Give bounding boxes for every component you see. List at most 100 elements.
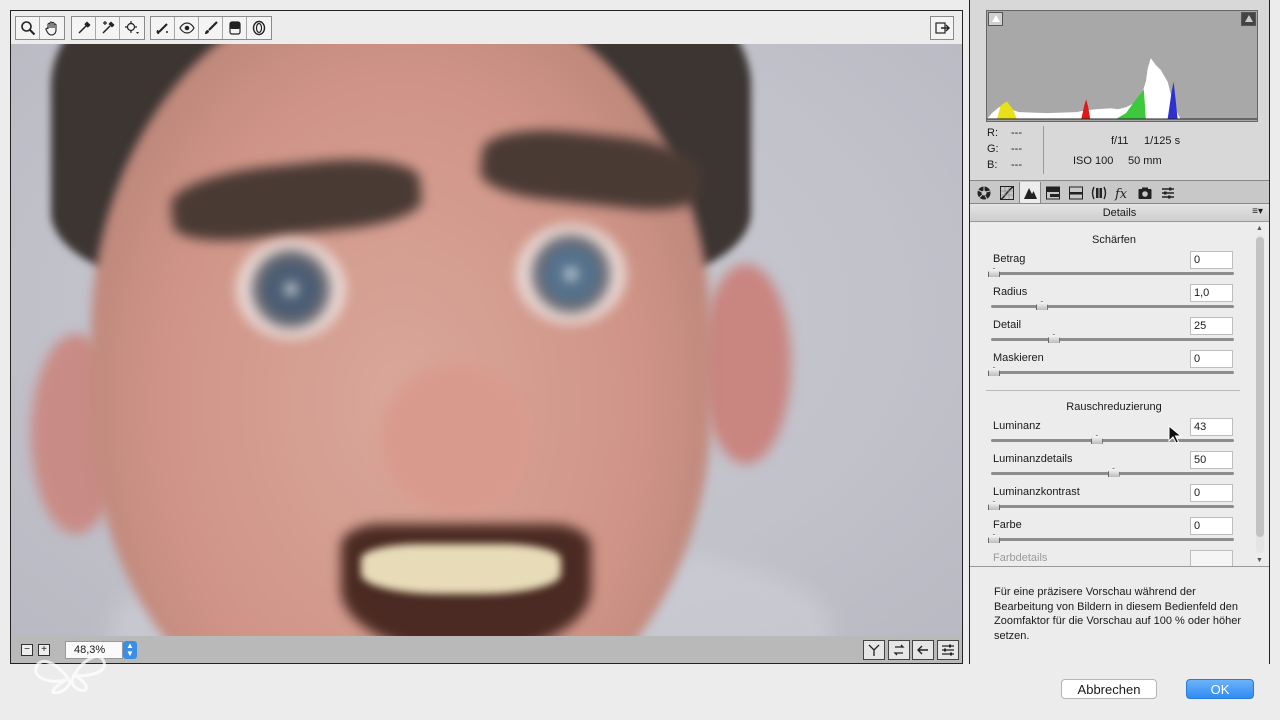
image-info: R: --- G: --- B: --- f/11 1/125 s ISO 100 5… [986, 125, 1258, 175]
spot-removal-tool[interactable] [151, 17, 175, 39]
hsl-icon [1046, 186, 1060, 199]
tab-lens-corrections[interactable] [1088, 182, 1110, 203]
scroll-up-icon[interactable]: ▲ [1256, 225, 1263, 232]
zoom-level-stepper[interactable]: ▲ ▼ [123, 641, 137, 659]
red-eye-tool[interactable] [175, 17, 199, 39]
preview-status-bar: − + 48,3% ▲ ▼ [10, 636, 963, 664]
preview-eye-left [236, 239, 346, 339]
before-after-view-button[interactable] [863, 640, 885, 660]
amount-slider[interactable] [991, 272, 1234, 275]
masking-value-field[interactable]: 0 [1190, 350, 1233, 368]
color-value-field[interactable]: 0 [1190, 517, 1233, 535]
split-toning-icon [1069, 186, 1083, 199]
open-object-button[interactable] [930, 16, 954, 40]
luminance-detail-value-field[interactable]: 50 [1190, 451, 1233, 469]
tab-hsl[interactable] [1042, 182, 1064, 203]
histogram-graph [987, 58, 1257, 120]
targeted-adjustment-tool[interactable] [120, 17, 144, 39]
tab-camera-calibration[interactable] [1134, 182, 1156, 203]
target-icon [125, 21, 139, 34]
presets-icon [1162, 187, 1174, 198]
lens-icon [1091, 186, 1107, 199]
tab-detail[interactable] [1019, 182, 1041, 203]
ok-button[interactable]: OK [1186, 679, 1254, 699]
blue-readout: B: --- [987, 159, 1022, 171]
panel-menu-icon[interactable]: ≡▾ [1252, 207, 1263, 217]
preview-eye-right [516, 224, 626, 324]
tab-basic[interactable] [973, 182, 995, 203]
hand-tool[interactable] [40, 17, 64, 39]
focal-length-value: 50 mm [1128, 155, 1162, 167]
radial-filter-icon [252, 20, 266, 36]
noise-reduction-title: Rauschreduzierung [1066, 401, 1162, 413]
camera-icon [1138, 187, 1152, 199]
detail-value-field[interactable]: 25 [1190, 317, 1233, 335]
details-panel: Schärfen Betrag 0 Radius 1,0 Detail 25 M… [970, 222, 1269, 566]
masking-slider[interactable] [991, 371, 1234, 374]
luminance-slider[interactable] [991, 439, 1234, 442]
hand-icon [45, 21, 57, 36]
slider-label: Betrag [993, 253, 1026, 265]
luminance-contrast-slider[interactable] [991, 505, 1234, 508]
info-divider [1043, 126, 1044, 174]
sampling-tools [71, 16, 145, 40]
preview-nose [381, 364, 531, 514]
tab-effects[interactable]: fx [1111, 182, 1133, 203]
sharpen-title: Schärfen [1091, 234, 1137, 246]
shadow-clipping-warning[interactable] [988, 12, 1003, 26]
scroll-down-icon[interactable]: ▼ [1256, 557, 1263, 564]
aperture-value: f/11 [1111, 135, 1129, 147]
slider-label: Luminanzdetails [993, 453, 1073, 465]
panel-scrollbar[interactable]: ▲ ▼ [1254, 225, 1266, 565]
slider-label: Maskieren [993, 352, 1044, 364]
white-balance-tool[interactable] [72, 17, 96, 39]
luminance-detail-slider[interactable] [991, 472, 1234, 475]
amount-value-field[interactable]: 0 [1190, 251, 1233, 269]
brush-icon [204, 21, 218, 34]
tab-tone-curve[interactable] [996, 182, 1018, 203]
magnifier-icon [20, 21, 35, 36]
highlight-clipping-warning[interactable] [1241, 12, 1256, 26]
luminance-contrast-value-field[interactable]: 0 [1190, 484, 1233, 502]
slider-label: Luminanz [993, 420, 1041, 432]
tab-split-toning[interactable] [1065, 182, 1087, 203]
group-divider [986, 390, 1240, 391]
eyedropper-plus-icon [101, 21, 115, 34]
tab-presets[interactable] [1157, 182, 1179, 203]
toggle-defaults-button[interactable] [937, 640, 959, 660]
zoom-tool[interactable] [16, 17, 40, 39]
triangle-up-icon [1245, 15, 1253, 22]
swap-before-after-button[interactable] [888, 640, 910, 660]
sliders-icon [942, 644, 954, 656]
detail-slider[interactable] [991, 338, 1234, 341]
shutter-value: 1/125 s [1144, 135, 1181, 147]
detail-triangles-icon [1024, 187, 1037, 199]
iso-value: ISO 100 [1073, 155, 1114, 167]
copy-settings-button[interactable] [912, 640, 934, 660]
scroll-thumb[interactable] [1256, 237, 1264, 537]
navigation-tools [15, 16, 65, 40]
radius-slider[interactable] [991, 305, 1234, 308]
image-preview[interactable] [10, 44, 963, 636]
slider-label: Radius [993, 286, 1028, 298]
radius-value-field[interactable]: 1,0 [1190, 284, 1233, 302]
adjustment-brush-tool[interactable] [199, 17, 223, 39]
y-split-icon [868, 644, 880, 656]
retouch-tools [150, 16, 272, 40]
color-sampler-tool[interactable] [96, 17, 120, 39]
eye-icon [178, 22, 195, 34]
preview-teeth [361, 544, 561, 594]
panel-tabs: fx [970, 180, 1269, 204]
green-readout: G: --- [987, 143, 1022, 155]
histogram [986, 10, 1258, 122]
swap-icon [893, 644, 905, 656]
luminance-value-field[interactable]: 43 [1190, 418, 1233, 436]
svg-text:fx: fx [1114, 187, 1128, 201]
graduated-filter-tool[interactable] [223, 17, 247, 39]
radial-filter-tool[interactable] [247, 17, 271, 39]
color-slider[interactable] [991, 538, 1234, 541]
cancel-button[interactable]: Abbrechen [1061, 679, 1157, 699]
right-panel: R: --- G: --- B: --- f/11 1/125 s ISO 100 5… [969, 0, 1270, 664]
zoom-hint-text: Für eine präzisere Vorschau während der … [970, 566, 1269, 664]
section-title: Details [1102, 207, 1137, 219]
